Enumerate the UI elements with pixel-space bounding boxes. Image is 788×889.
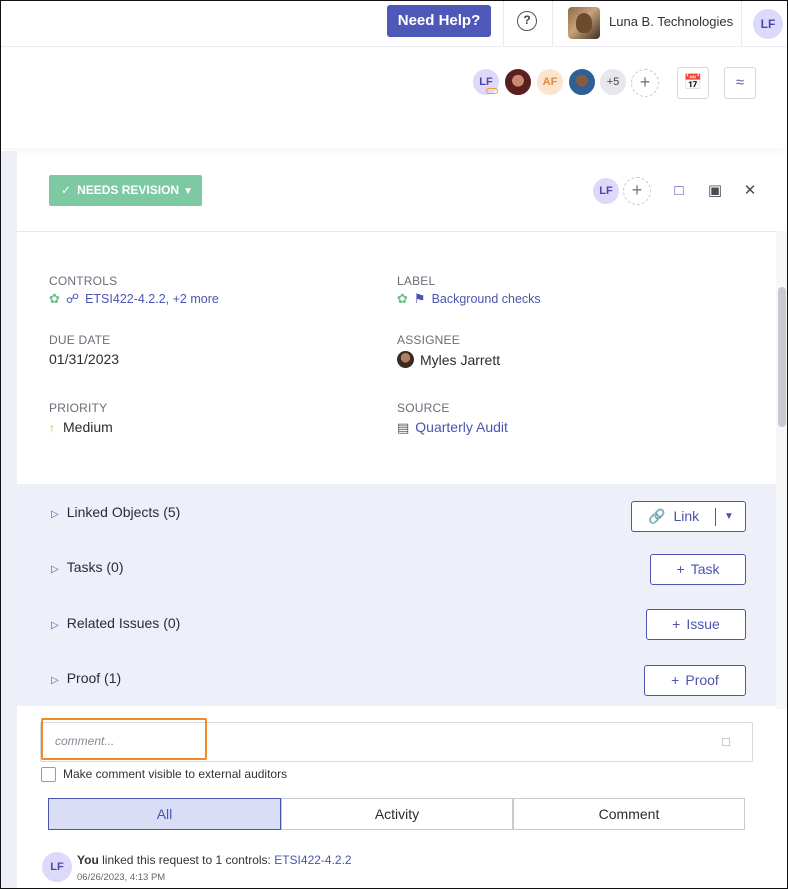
linked-objects-label: Linked Objects (5) [66,504,181,520]
comment-icon[interactable]: □ [722,734,730,749]
add-assignee-plus-icon[interactable]: + [623,177,651,205]
caret-down-icon[interactable]: ▼ [724,502,734,531]
activity-timestamp: 06/26/2023, 4:13 PM [77,872,166,883]
plus-icon: + [672,616,681,632]
need-help-button[interactable]: Need Help? [387,5,491,37]
status-dropdown-button[interactable]: ✓ NEEDS REVISION ▼ [49,175,202,206]
source-label: SOURCE [397,401,450,415]
key-icon [486,88,498,94]
priority-label: PRIORITY [49,401,108,415]
priority-value[interactable]: ↑ Medium [49,419,113,435]
status-label: NEEDS REVISION [77,183,180,197]
link-button-label: Link [673,508,700,524]
tasks-row[interactable]: ▷ Tasks (0) [51,559,124,575]
external-visibility-checkbox[interactable] [41,767,56,782]
participant-avatar[interactable]: AF [535,67,565,97]
divider [17,231,776,232]
org-name[interactable]: Luna B. Technologies [609,14,733,29]
tab-comment[interactable]: Comment [513,798,745,830]
leaf-icon: ✿ [49,291,60,306]
controls-link[interactable]: ETSI422-4.2.2, +2 more [85,292,219,306]
plus-icon[interactable]: + [631,69,659,97]
comment-input[interactable]: comment... [41,718,207,760]
activity-avatar: LF [42,852,72,882]
source-value[interactable]: ▤ Quarterly Audit [397,419,508,436]
divider [552,1,553,47]
source-link[interactable]: Quarterly Audit [415,419,508,435]
proof-row[interactable]: ▷ Proof (1) [51,670,121,686]
proof-label: Proof (1) [66,670,122,686]
due-date-value[interactable]: 01/31/2023 [49,351,119,367]
expand-triangle-icon: ▷ [51,564,59,575]
control-tree-icon: ☍ [65,291,80,306]
add-task-button[interactable]: + Task [650,554,746,585]
archive-icon[interactable]: ▣ [705,181,725,201]
add-proof-button[interactable]: + Proof [644,665,746,696]
add-proof-label: Proof [685,672,719,688]
label-link[interactable]: Background checks [432,292,541,306]
expand-triangle-icon: ▷ [51,509,59,520]
top-bar: Need Help? ? Luna B. Technologies LF [1,1,787,47]
divider [741,1,742,47]
user-avatar[interactable]: LF [753,9,783,39]
calendar-check-icon[interactable]: 📅 [677,67,709,99]
tasks-label: Tasks (0) [66,559,124,575]
participant-avatar[interactable] [567,67,597,97]
bookmark-icon: ⚑ [413,291,426,306]
participants-strip: LF AF +5 + 📅 ≈ [1,48,787,148]
participant-avatar[interactable] [503,67,533,97]
scrollbar-thumb[interactable] [778,287,786,427]
assignee-name: Myles Jarrett [420,352,501,368]
tab-all[interactable]: All [48,798,281,830]
activity-entry: You linked this request to 1 controls: E… [77,853,352,867]
plus-icon: + [671,672,680,688]
tab-activity[interactable]: Activity [281,798,513,830]
add-issue-button[interactable]: + Issue [646,609,746,640]
plus-icon: + [676,561,685,577]
divider [503,1,504,47]
add-issue-label: Issue [686,616,720,632]
expand-triangle-icon: ▷ [51,620,59,631]
link-button[interactable]: 🔗 Link ▼ [631,501,746,532]
leaf-icon: ✿ [397,291,408,306]
priority-text: Medium [63,419,113,435]
activity-control-link[interactable]: ETSI422-4.2.2 [274,853,351,867]
assignee-label: ASSIGNEE [397,333,460,347]
add-task-label: Task [690,561,720,577]
controls-label: CONTROLS [49,274,118,288]
activity-actor: You [77,853,99,867]
split-divider [715,508,716,526]
left-rail [1,151,17,888]
related-issues-row[interactable]: ▷ Related Issues (0) [51,615,180,631]
document-list-icon: ▤ [397,420,410,435]
link-icon: 🔗 [648,508,666,524]
rss-icon[interactable]: ≈ [724,67,756,99]
check-icon: ✓ [61,183,72,197]
controls-value[interactable]: ✿ ☍ ETSI422-4.2.2, +2 more [49,290,219,307]
assignee-avatar[interactable]: LF [591,176,621,206]
expand-triangle-icon: ▷ [51,675,59,686]
question-icon[interactable]: ? [517,11,537,31]
arrow-up-icon: ↑ [49,421,55,435]
app-frame: Need Help? ? Luna B. Technologies LF LF … [0,0,788,889]
more-participants-count[interactable]: +5 [598,67,628,97]
external-visibility-label: Make comment visible to external auditor… [63,767,288,781]
comment-icon[interactable]: □ [669,181,689,201]
due-date-label: DUE DATE [49,333,111,347]
org-avatar[interactable] [568,7,600,39]
label-label: LABEL [397,274,436,288]
activity-text: linked this request to 1 controls: [98,853,275,867]
assignee-value[interactable]: Myles Jarrett [397,351,500,368]
label-value[interactable]: ✿ ⚑ Background checks [397,290,541,307]
related-issues-label: Related Issues (0) [66,615,181,631]
caret-down-icon: ▼ [183,186,193,197]
assignee-avatar-icon [397,351,414,368]
linked-objects-row[interactable]: ▷ Linked Objects (5) [51,504,180,520]
close-icon[interactable]: ✕ [740,181,760,201]
